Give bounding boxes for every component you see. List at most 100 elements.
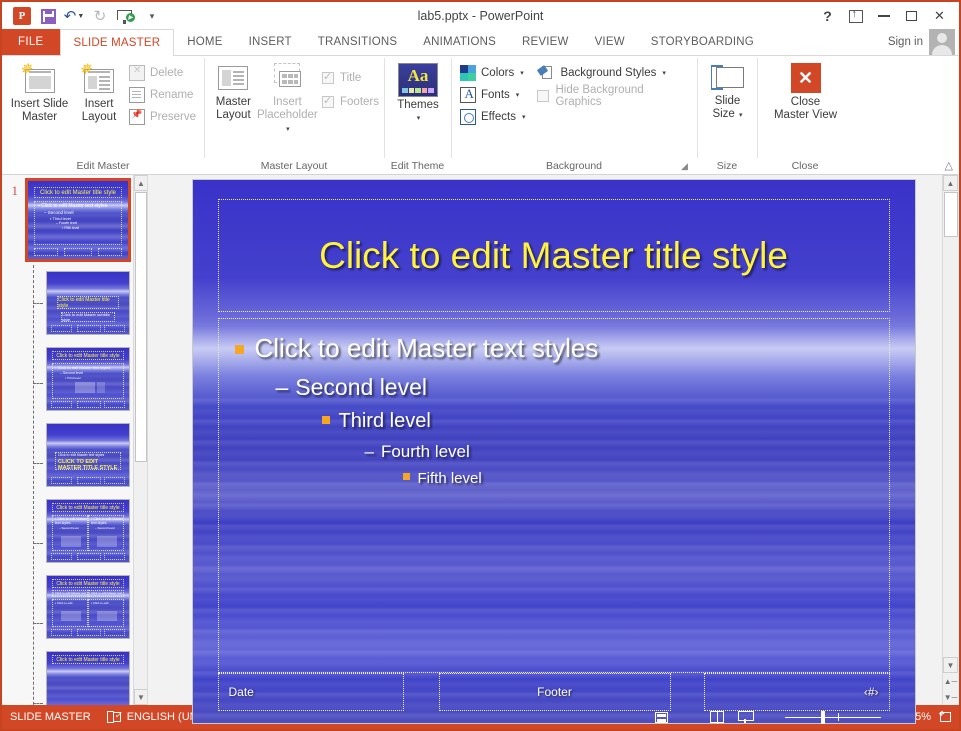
master-layout-label-2: Layout (216, 109, 251, 121)
powerpoint-logo-glyph: P (13, 7, 31, 25)
fit-to-window-icon[interactable]: ✥ (938, 710, 953, 724)
master-layout-icon (216, 63, 250, 93)
thumbnail-row-layout-4[interactable]: Click to edit Master title style ▪ Click… (2, 499, 133, 563)
slide-canvas[interactable]: Click to edit Master title style Click t… (192, 180, 915, 723)
tab-storyboarding[interactable]: STORYBOARDING (638, 29, 767, 55)
theme-fonts-button[interactable]: Fonts ▾ (457, 84, 528, 106)
tab-review[interactable]: REVIEW (509, 29, 582, 55)
thumbnail-row-layout-3[interactable]: Click to edit Master text styles CLICK T… (2, 423, 133, 487)
bullet-level-5-text: Fifth level (417, 470, 482, 487)
next-slide-icon[interactable]: ▼─ (942, 689, 959, 705)
themes-button[interactable]: Aa Themes ▾ (390, 61, 446, 125)
layout-connector-line (33, 265, 34, 705)
save-icon[interactable] (36, 5, 60, 27)
help-icon[interactable]: ? (814, 4, 841, 28)
master-layout-button[interactable]: Master Layout (210, 61, 257, 122)
customize-qat-icon[interactable]: ▾ (140, 5, 164, 27)
scrollbar-thumb[interactable] (944, 192, 958, 237)
restore-button[interactable] (898, 4, 925, 28)
ribbon-group-background: Colors ▾ Fonts ▾ Effects ▾ (451, 56, 697, 174)
scroll-down-icon[interactable]: ▼ (134, 689, 147, 705)
tab-file[interactable]: FILE (2, 29, 60, 55)
chevron-down-icon: ▾ (515, 92, 520, 99)
background-dialog-launcher[interactable]: ◢ (681, 161, 693, 173)
footer-placeholder[interactable]: Footer (438, 673, 671, 711)
tab-animations[interactable]: ANIMATIONS (410, 29, 509, 55)
bullet-level-4-text: Fourth level (380, 442, 470, 461)
tab-insert[interactable]: INSERT (236, 29, 305, 55)
layout-thumbnail-title-and-content[interactable]: Click to edit Master title style ▪ Click… (46, 347, 130, 411)
chevron-down-icon: ▾ (416, 115, 421, 122)
insert-slide-master-label-1: Insert Slide (10, 98, 69, 110)
previous-slide-icon[interactable]: ▲─ (942, 673, 959, 689)
ribbon-group-edit-master: ✵ Insert Slide Master ✵ Insert Layout ✕ … (2, 56, 204, 174)
editor-scrollbar[interactable]: ▲ ▼ ▲─ ▼─ (942, 175, 959, 705)
start-presentation-icon[interactable]: ▶ (114, 5, 138, 27)
theme-effects-button[interactable]: Effects ▾ (457, 106, 528, 128)
layout-thumbnail-title-slide[interactable]: Click to edit Master title style Click t… (46, 271, 130, 335)
tab-transitions[interactable]: TRANSITIONS (305, 29, 411, 55)
bullet-square-icon (234, 345, 244, 354)
slide-size-label-2: Size ▾ (712, 108, 743, 120)
close-master-view-button[interactable]: ✕ Close Master View (763, 61, 848, 122)
layout-thumbnail-title-only[interactable]: Click to edit Master title style (46, 651, 130, 705)
thumbnail-row-master[interactable]: 1 Click to edit Master title style ▪ Cli… (2, 178, 133, 262)
insert-slide-master-button[interactable]: ✵ Insert Slide Master (7, 61, 72, 124)
close-master-view-icon: ✕ (790, 63, 821, 93)
layout-thumbnail-comparison[interactable]: Click to edit Master title style ▪ Click… (46, 575, 130, 639)
fonts-label: Fonts (481, 89, 510, 101)
bullet-level-2: – Second level (276, 374, 875, 401)
rename-label: Rename (149, 89, 194, 101)
master-title-text: Click to edit Master title style (319, 234, 788, 276)
collapse-ribbon-icon[interactable]: △ (945, 159, 953, 172)
slide-master-thumbnail[interactable]: Click to edit Master title style ▪ Click… (25, 178, 131, 262)
insert-layout-button[interactable]: ✵ Insert Layout (72, 61, 126, 124)
scroll-up-icon[interactable]: ▲ (943, 175, 958, 191)
effects-icon (460, 109, 476, 125)
body-placeholder[interactable]: Click to edit Master text styles – Secon… (217, 318, 890, 673)
title-placeholder[interactable]: Click to edit Master title style (217, 199, 890, 312)
chevron-down-icon: ▾ (521, 114, 526, 121)
slide-size-label-1: Slide (714, 95, 741, 107)
zoom-slider[interactable] (785, 711, 881, 724)
tab-view[interactable]: VIEW (582, 29, 638, 55)
themes-label: Themes (397, 99, 439, 111)
thumbnail-row-layout-5[interactable]: Click to edit Master title style ▪ Click… (2, 575, 133, 639)
layout-thumbnail-section-header[interactable]: Click to edit Master text styles CLICK T… (46, 423, 130, 487)
colors-icon (460, 65, 476, 81)
tab-home[interactable]: HOME (174, 29, 235, 55)
minimize-button[interactable] (870, 4, 897, 28)
layout-connector-tick (33, 623, 43, 624)
thumbnail-row-layout-6[interactable]: Click to edit Master title style (2, 651, 133, 705)
sign-in-link[interactable]: Sign in (888, 36, 923, 48)
layout-connector-tick (33, 303, 43, 304)
slide-number-placeholder-text: ‹#› (863, 685, 879, 699)
date-placeholder[interactable]: Date (217, 673, 404, 711)
tab-slide-master[interactable]: SLIDE MASTER (59, 29, 175, 56)
theme-colors-button[interactable]: Colors ▾ (457, 62, 528, 84)
insert-layout-label-2: Layout (81, 111, 117, 123)
scrollbar-thumb[interactable] (135, 192, 147, 462)
zoom-control: − + (769, 710, 897, 724)
chevron-down-icon: ▾ (662, 70, 666, 77)
ribbon-display-options-icon[interactable] (842, 4, 869, 28)
thumbnail-row-layout-2[interactable]: Click to edit Master title style ▪ Click… (2, 347, 133, 411)
slide-number-placeholder[interactable]: ‹#› (703, 673, 890, 711)
avatar[interactable] (929, 29, 955, 55)
scroll-up-icon[interactable]: ▲ (134, 175, 147, 191)
fonts-icon (460, 86, 476, 103)
thumbnail-scrollbar[interactable]: ▲ ▼ (133, 175, 147, 705)
preserve-icon (128, 109, 145, 125)
background-styles-button[interactable]: Background Styles ▾ (536, 62, 692, 84)
thumbnail-list[interactable]: 1 Click to edit Master title style ▪ Cli… (2, 175, 133, 705)
insert-layout-icon: ✵ (79, 62, 119, 95)
master-layout-label-1: Master (215, 96, 251, 108)
scroll-down-icon[interactable]: ▼ (943, 657, 958, 673)
slide-size-button[interactable]: Slide Size ▾ (703, 61, 752, 122)
quick-access-toolbar: P ↶ ▼ ↻ ▶ ▾ (2, 5, 164, 27)
layout-thumbnail-two-content[interactable]: Click to edit Master title style ▪ Click… (46, 499, 130, 563)
close-button[interactable]: ✕ (926, 4, 953, 28)
title-checkbox-label: Title (340, 72, 362, 84)
undo-icon[interactable]: ↶ ▼ (62, 5, 86, 27)
thumbnail-row-layout-1[interactable]: Click to edit Master title style Click t… (2, 271, 133, 335)
